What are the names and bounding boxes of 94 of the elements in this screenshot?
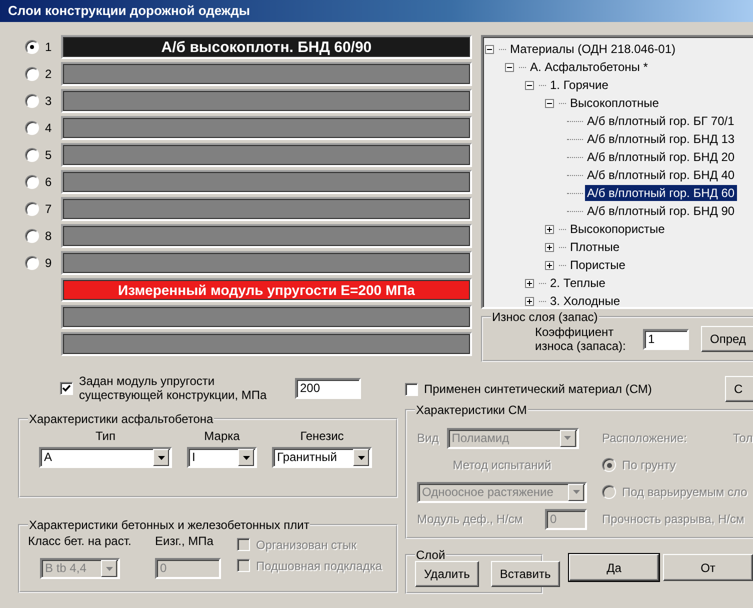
layer-bar[interactable] [61,305,472,329]
expand-icon[interactable] [525,278,534,288]
layer-number: 2 [45,67,52,81]
radio-button[interactable] [25,229,39,243]
expand-icon[interactable] [545,224,554,234]
collapse-icon[interactable] [525,80,534,90]
group-title: Характеристики бетонных и железобетонных плит [28,518,310,532]
layer-number: 8 [45,229,52,243]
window-title: Слои конструкции дорожной одежды [0,0,753,22]
layer-number: 1 [45,40,52,54]
tree-item[interactable]: Пористые [568,257,628,273]
dialog-button[interactable]: От [663,554,753,581]
field-label: Класс бет. на раст. [28,534,132,550]
layer-number: 5 [45,148,52,162]
layer-bar[interactable] [60,143,472,167]
radio-button[interactable] [25,175,39,189]
layer-number: 6 [45,175,52,189]
tree-item[interactable]: А/б в/плотный гор. БНД 20 [585,149,737,165]
tree-item[interactable]: 3. Холодные [548,293,622,309]
radio-button[interactable] [25,40,39,54]
tree-item[interactable]: Материалы (ОДН 218.046-01) [508,41,678,57]
caret-icon[interactable] [358,456,364,460]
caret-icon[interactable] [158,456,164,460]
field-label: Вид [417,431,439,445]
dialog-button[interactable]: Да [569,554,659,581]
checkbox[interactable] [405,382,418,396]
collapse-icon[interactable] [505,62,514,72]
layer-bar[interactable] [60,170,472,194]
layer-button[interactable]: Удалить [415,561,479,587]
layer-bar[interactable] [61,332,472,356]
tree-item[interactable]: Высокоплотные [568,95,661,111]
field-label: Тол [732,431,753,445]
expand-icon[interactable] [545,242,554,252]
layer-bar[interactable] [60,251,472,275]
layer-bar[interactable] [60,89,472,113]
group-title: Характеристики СМ [415,403,528,417]
layer-bar[interactable] [60,224,472,248]
measured-layer-bar[interactable]: Измеренный модуль упругости Е=200 МПа [61,278,472,302]
field-label: Тип [95,429,116,443]
tree-item[interactable]: Плотные [568,239,622,255]
layer-number: 9 [45,256,52,270]
layer-bar[interactable] [60,62,472,86]
tree-item[interactable]: А/б в/плотный гор. БНД 13 [585,131,737,147]
field-label: Метод испытаний [452,458,552,472]
field-label: Еизг., МПа [155,534,214,550]
tree-item[interactable]: А/б в/плотный гор. БНД 40 [585,167,737,183]
radio-label: Под варьируемым сло [622,485,748,499]
checkbox[interactable] [60,382,73,394]
tree-item[interactable]: 2. Теплые [548,275,608,291]
collapse-icon[interactable] [545,98,554,108]
radio-button[interactable] [25,121,39,135]
wear-input[interactable]: 1 [643,328,689,350]
group-title: Характеристики асфальтобетона [28,412,214,426]
checkbox-label: Организован стык [256,538,356,552]
checkbox-label: Подшовная подкладка [256,558,382,572]
radio-button[interactable] [25,202,39,216]
layer-number: 3 [45,94,52,108]
field-label: Прочность разрыва, Н/см [602,512,744,526]
radio-button[interactable] [25,256,39,270]
field-label: Генезис [300,429,344,443]
tree-item[interactable]: А/б в/плотный гор. БГ 70/1 [585,113,736,129]
radio-label: По грунту [622,458,676,472]
group-title: Слой [415,548,446,562]
field-label: Расположение: [602,431,687,445]
layer-bar[interactable] [60,197,472,221]
collapse-icon[interactable] [485,44,494,54]
expand-icon[interactable] [545,260,554,270]
determine-button[interactable]: Опред [701,326,753,352]
field-label: Модуль деф., Н/см [417,512,523,526]
tree-item[interactable]: А. Асфальтобетоны * [528,59,650,75]
dropdown[interactable]: Гранитный [272,447,372,468]
layer-bar[interactable] [60,116,472,140]
tree-item[interactable]: А/б в/плотный гор. БНД 60 [585,185,737,201]
checkbox-label: Применен синтетический материал (СМ) [424,382,652,396]
layer-button[interactable]: Вставить [490,561,560,587]
field-label: Марка [204,429,240,443]
caret-icon[interactable] [242,456,250,460]
radio-button[interactable] [25,94,39,108]
radio-button[interactable] [25,67,39,81]
dropdown[interactable]: А [39,447,172,468]
group-title: Износ слоя (запас) [491,310,599,324]
list-button[interactable]: С [725,376,753,402]
tree-item[interactable]: А/б в/плотный гор. БНД 90 [585,203,737,219]
checkbox-label: Задан модуль упругости существующей конструкции, МПа [79,374,268,402]
layer-number: 7 [45,202,52,216]
layer-bar[interactable]: А/б высокоплотн. БНД 60/90 [60,35,472,59]
modulus-input[interactable]: 200 [295,378,361,398]
expand-icon[interactable] [525,296,534,306]
tree-item[interactable]: 1. Горячие [548,77,610,93]
tree-item[interactable]: Высокопористые [568,221,667,237]
dropdown[interactable]: I [187,447,257,468]
layer-number: 4 [45,121,52,135]
radio-button[interactable] [25,148,39,162]
wear-label: Коэффициент износа (запаса): [535,325,627,353]
